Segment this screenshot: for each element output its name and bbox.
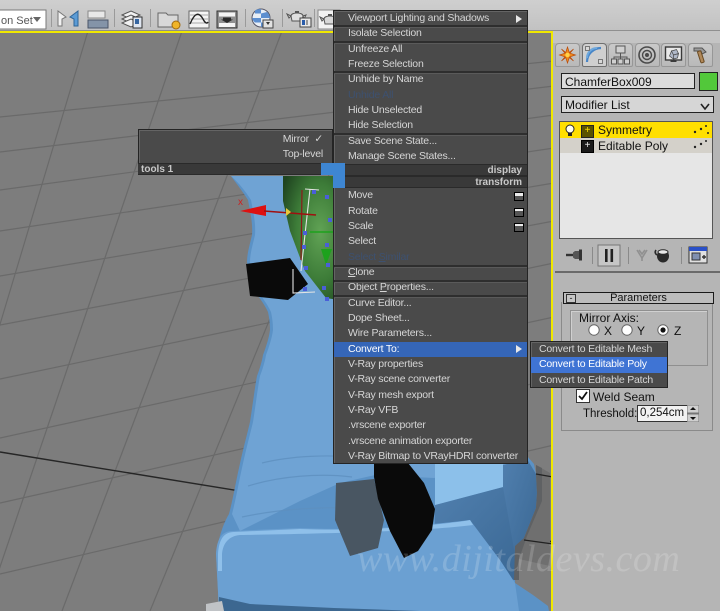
svg-text:x: x [238, 197, 243, 208]
svg-text:on Set: on Set [1, 15, 33, 27]
